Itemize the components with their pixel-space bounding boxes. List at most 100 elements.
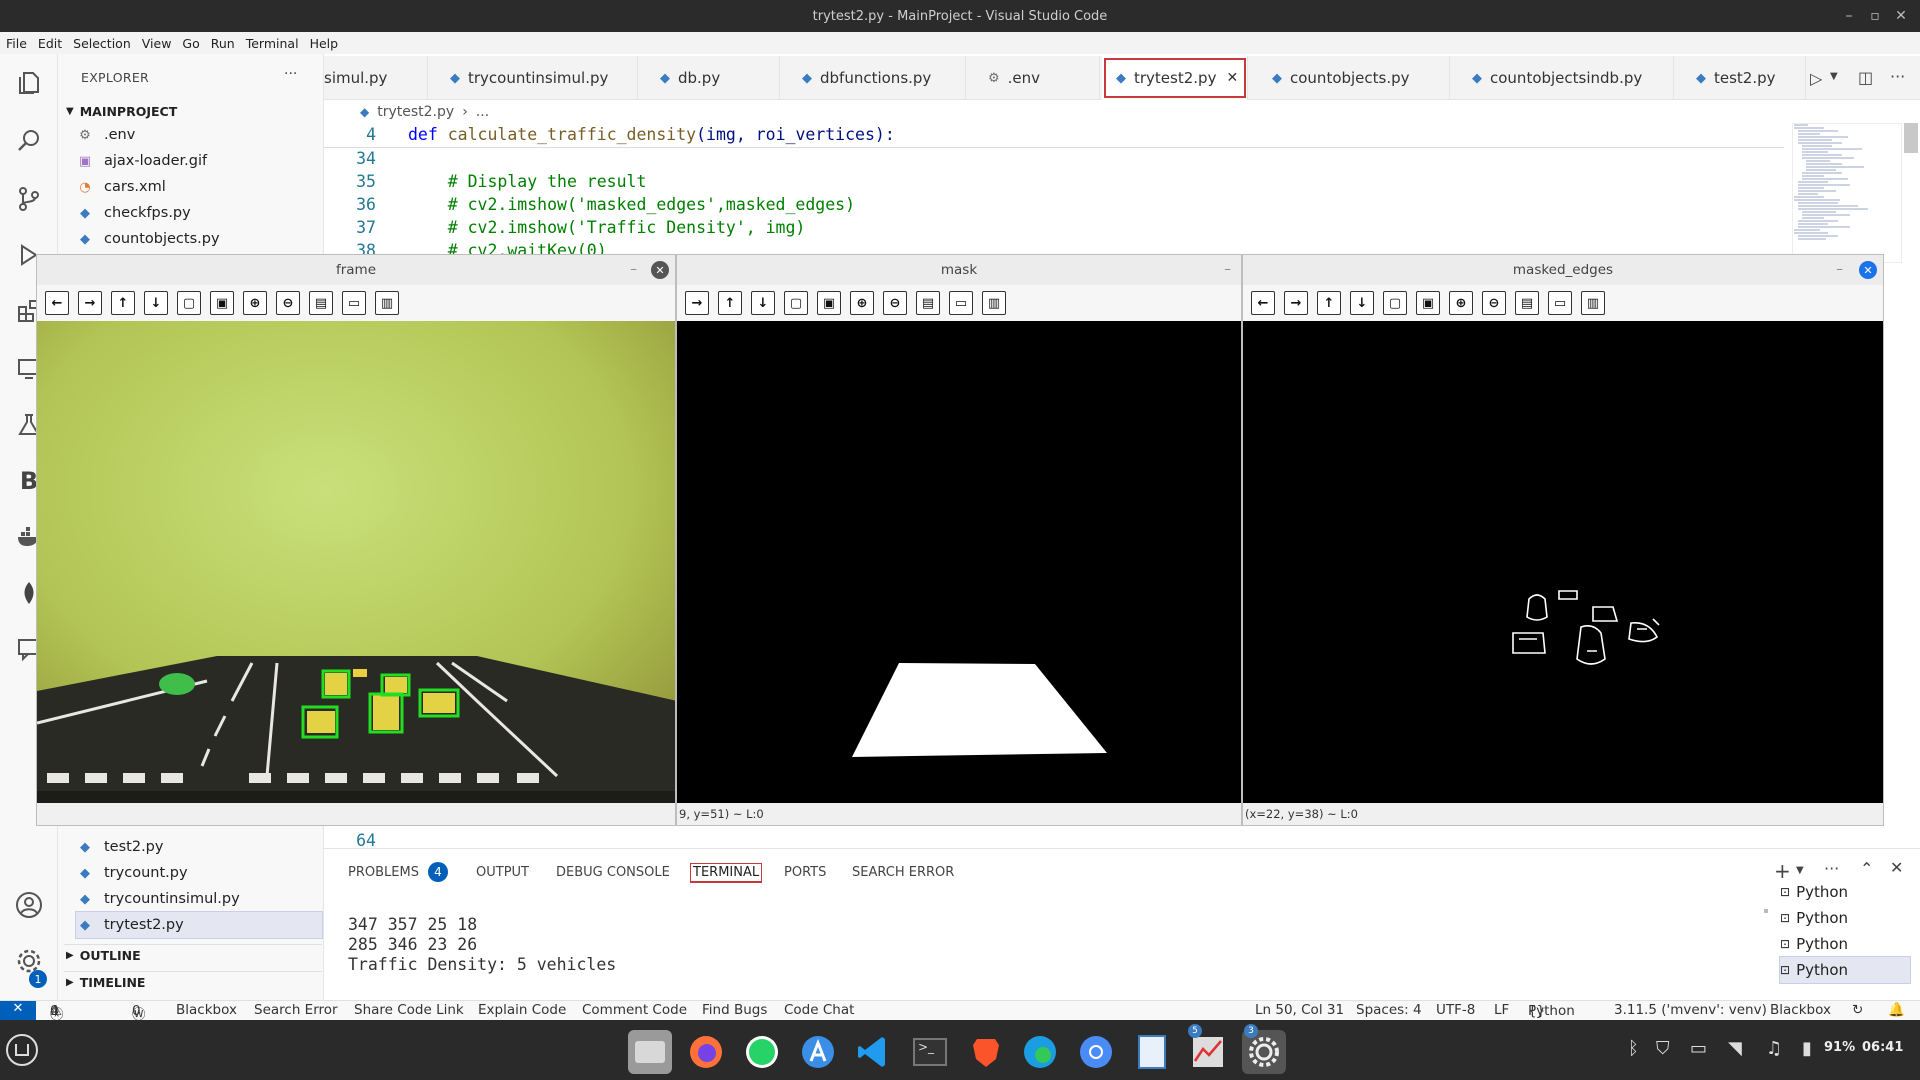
encoding[interactable]: UTF-8	[1436, 1002, 1475, 1018]
file-item[interactable]: ⚙ .env	[76, 122, 322, 148]
file-item-selected[interactable]: ◆ trytest2.py	[75, 911, 323, 939]
tab-env[interactable]: ⚙ .env	[966, 56, 1100, 100]
pan-down-icon[interactable]: ↓	[144, 291, 168, 315]
vscode-icon[interactable]	[852, 1030, 896, 1074]
timeline-section[interactable]: ▶ TIMELINE	[64, 971, 322, 993]
minimize-icon[interactable]: –	[630, 261, 637, 277]
tab-search-error[interactable]: SEARCH ERROR	[852, 865, 954, 880]
minimize-icon[interactable]: –	[1224, 261, 1231, 277]
battery-icon[interactable]: ▮	[1802, 1038, 1812, 1059]
remote-indicator-icon[interactable]: ✕	[0, 1001, 36, 1020]
copy-icon[interactable]: ▭	[1548, 291, 1572, 315]
opencv-window-frame[interactable]: frame – ✕ ← → ↑ ↓ ▢ ▣ ⊕ ⊖ ▤ ▭ ▥	[36, 254, 676, 826]
tab-trycountinsimul[interactable]: ◆ trycountinsimul.py	[428, 56, 638, 100]
status-comment-code[interactable]: Comment Code	[582, 1002, 687, 1018]
menu-edit[interactable]: Edit	[38, 36, 62, 51]
camera-frame-image[interactable]	[37, 321, 675, 803]
tab-countobjects[interactable]: ◆ countobjects.py	[1250, 56, 1450, 100]
project-header[interactable]: ▼ MAINPROJECT	[64, 100, 177, 122]
files-app-icon[interactable]	[628, 1030, 672, 1074]
copy-icon[interactable]: ▭	[949, 291, 973, 315]
pan-up-icon[interactable]: ↑	[718, 291, 742, 315]
zoom-x1-icon[interactable]: ▢	[784, 291, 808, 315]
status-blackbox-right[interactable]: Blackbox	[1770, 1002, 1831, 1018]
window-titlebar[interactable]: mask –	[677, 255, 1241, 285]
zoom-fit-icon[interactable]: ▣	[817, 291, 841, 315]
zoom-fit-icon[interactable]: ▣	[210, 291, 234, 315]
tab-dbfunctions[interactable]: ◆ dbfunctions.py	[780, 56, 966, 100]
close-panel-icon[interactable]: ✕	[1890, 858, 1903, 877]
menu-terminal[interactable]: Terminal	[246, 36, 299, 51]
zoom-x1-icon[interactable]: ▢	[1383, 291, 1407, 315]
file-item[interactable]: ◆ trycount.py	[76, 860, 322, 886]
pan-right-icon[interactable]: →	[685, 291, 709, 315]
firefox-icon[interactable]	[684, 1030, 728, 1074]
split-editor-icon[interactable]: ◫	[1858, 68, 1873, 87]
editor-scrollbar-thumb[interactable]	[1904, 123, 1918, 153]
menu-view[interactable]: View	[142, 36, 172, 51]
status-find-bugs[interactable]: Find Bugs	[702, 1002, 767, 1018]
properties-icon[interactable]: ▥	[375, 291, 399, 315]
terminal-instance[interactable]: ⊡ Python	[1780, 931, 1910, 957]
pan-up-icon[interactable]: ↑	[111, 291, 135, 315]
explorer-icon[interactable]	[14, 68, 44, 98]
pan-right-icon[interactable]: →	[78, 291, 102, 315]
explorer-more-icon[interactable]: ···	[284, 66, 297, 82]
menu-selection[interactable]: Selection	[73, 36, 131, 51]
mint-menu-icon[interactable]	[6, 1034, 38, 1066]
whatsapp-icon[interactable]	[740, 1030, 784, 1074]
pan-down-icon[interactable]: ↓	[751, 291, 775, 315]
terminal-output[interactable]: 347 357 25 18 285 346 23 26 Traffic Densit…	[348, 915, 616, 975]
minimap[interactable]	[1792, 123, 1902, 263]
tab-test2[interactable]: ◆ test2.py	[1674, 56, 1806, 100]
status-code-chat[interactable]: Code Chat	[784, 1002, 854, 1018]
file-item[interactable]: ◆ countobjects.py	[76, 226, 322, 252]
more-actions-icon[interactable]: ···	[1890, 67, 1905, 86]
wifi-icon[interactable]: ◥	[1728, 1038, 1742, 1059]
code-editor[interactable]: 4 def calculate_traffic_density(img, roi…	[324, 123, 1784, 260]
edges-image[interactable]	[1243, 321, 1883, 803]
display-icon[interactable]: ▭	[1690, 1038, 1707, 1059]
tab-close-icon[interactable]: ✕	[1226, 70, 1238, 86]
clock[interactable]: 06:41	[1862, 1040, 1903, 1055]
zoom-fit-icon[interactable]: ▣	[1416, 291, 1440, 315]
outline-section[interactable]: ▶ OUTLINE	[64, 944, 322, 966]
tab-trytest2-active[interactable]: ◆ trytest2.py ✕	[1102, 56, 1248, 100]
file-item[interactable]: ◆ test2.py	[76, 834, 322, 860]
opencv-window-masked-edges[interactable]: masked_edges – ✕ ← → ↑ ↓ ▢ ▣ ⊕ ⊖ ▤ ▭ ▥ (x=22, y=38…	[1242, 254, 1884, 826]
chromium-icon[interactable]	[1074, 1030, 1118, 1074]
source-control-icon[interactable]	[14, 184, 44, 214]
pan-right-icon[interactable]: →	[1284, 291, 1308, 315]
tab-countobjectsindb[interactable]: ◆ countobjectsindb.py	[1450, 56, 1674, 100]
pan-down-icon[interactable]: ↓	[1350, 291, 1374, 315]
close-icon[interactable]: ✕	[651, 261, 669, 279]
search-icon[interactable]	[14, 126, 44, 156]
tab-simul[interactable]: simul.py	[324, 56, 428, 100]
breadcrumb-rest[interactable]: ...	[476, 104, 489, 120]
zoom-x1-icon[interactable]: ▢	[177, 291, 201, 315]
terminal-app-icon[interactable]: >_	[908, 1030, 952, 1074]
tab-problems[interactable]: PROBLEMS	[348, 865, 419, 880]
bluetooth-icon[interactable]: ᛒ	[1628, 1038, 1639, 1059]
python-interpreter[interactable]: 3.11.5 ('mvenv': venv)	[1614, 1002, 1767, 1018]
menu-go[interactable]: Go	[182, 36, 199, 51]
tab-db[interactable]: ◆ db.py	[638, 56, 780, 100]
tab-ports[interactable]: PORTS	[784, 865, 826, 880]
indentation[interactable]: Spaces: 4	[1356, 1002, 1422, 1018]
file-item[interactable]: ◔ cars.xml	[76, 174, 322, 200]
maximize-panel-icon[interactable]: ⌃	[1860, 859, 1873, 878]
maximize-icon[interactable]: ▫	[1862, 0, 1888, 32]
terminal-dropdown-icon[interactable]: ▼	[1796, 865, 1804, 876]
save-icon[interactable]: ▤	[309, 291, 333, 315]
pan-left-icon[interactable]: ←	[45, 291, 69, 315]
terminal-instance[interactable]: ⊡ Python	[1780, 905, 1910, 931]
edge-icon[interactable]	[1018, 1030, 1062, 1074]
zoom-in-icon[interactable]: ⊕	[243, 291, 267, 315]
music-icon[interactable]: ♫	[1766, 1038, 1782, 1059]
status-blackbox[interactable]: Blackbox	[176, 1002, 237, 1018]
run-play-icon[interactable]: ▷	[1810, 69, 1822, 88]
tab-output[interactable]: OUTPUT	[476, 865, 529, 880]
brave-icon[interactable]	[964, 1030, 1008, 1074]
opencv-window-mask[interactable]: mask – → ↑ ↓ ▢ ▣ ⊕ ⊖ ▤ ▭ ▥ 9, y=51) ~ L:0	[676, 254, 1242, 826]
status-explain-code[interactable]: Explain Code	[478, 1002, 566, 1018]
